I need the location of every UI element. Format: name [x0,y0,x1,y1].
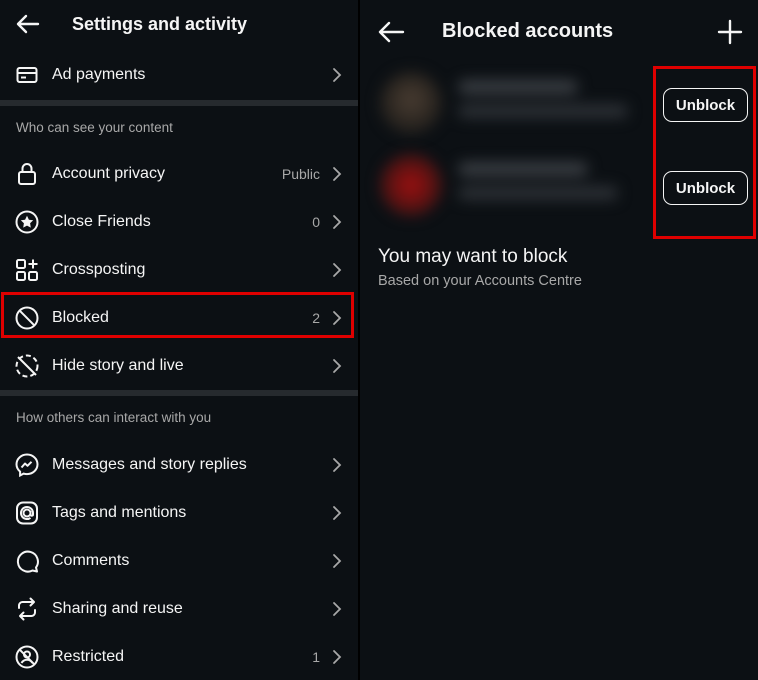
account-fullname [458,104,628,118]
settings-item-label: Hide story and live [52,357,184,374]
suggestions-subtitle: Based on your Accounts Centre [378,273,582,289]
chevron-right-icon [333,650,342,664]
blocked-accounts-panel: Blocked accounts Unblock Unblock You may… [360,0,758,680]
settings-item-label: Messages and story replies [52,456,247,473]
restricted-icon [14,644,40,670]
settings-item-label: Sharing and reuse [52,600,183,617]
chevron-right-icon [333,167,342,181]
settings-item-sharing[interactable]: Sharing and reuse [0,585,360,633]
settings-item-label: Close Friends [52,213,151,230]
hide-story-icon [14,353,40,379]
page-title: Blocked accounts [442,20,614,42]
suggestions-title: You may want to block [378,246,568,267]
account-username [458,80,578,94]
chevron-right-icon [333,68,342,82]
settings-item-crossposting[interactable]: Crossposting [0,246,360,294]
chevron-right-icon [333,554,342,568]
settings-panel: Settings and activity Ad payments Who ca… [0,0,360,680]
blocked-account-row[interactable] [374,144,650,228]
settings-item-ad-payments[interactable]: Ad payments [0,51,360,99]
settings-item-label: Restricted [52,648,125,665]
highlight-box-blocked [1,292,354,338]
section-divider [0,390,360,396]
comment-icon [14,548,40,574]
back-arrow-icon[interactable] [14,10,42,38]
chevron-right-icon [333,263,342,277]
avatar [380,72,442,134]
highlight-box-unblock [653,66,756,239]
settings-item-account-privacy[interactable]: Account privacy Public [0,150,360,198]
settings-item-messages[interactable]: Messages and story replies [0,441,360,489]
settings-item-label: Account privacy [52,165,165,182]
chevron-right-icon [333,602,342,616]
account-fullname [458,186,618,200]
section-title: How others can interact with you [16,410,212,425]
settings-item-label: Comments [52,552,130,569]
chevron-right-icon [333,458,342,472]
account-username [458,162,588,176]
settings-item-restricted[interactable]: Restricted 1 [0,633,360,680]
section-divider [0,100,360,106]
blocked-account-row[interactable] [374,62,650,146]
chevron-right-icon [333,359,342,373]
section-title: Who can see your content [16,120,173,135]
settings-item-hide-story[interactable]: Hide story and live [0,342,360,390]
settings-item-value: 0 [312,214,320,230]
page-title: Settings and activity [72,14,248,34]
chevron-right-icon [333,506,342,520]
back-arrow-icon[interactable] [376,18,406,46]
card-icon [14,62,40,88]
avatar [380,154,442,216]
settings-item-comments[interactable]: Comments [0,537,360,585]
settings-header: Settings and activity [0,0,360,50]
lock-icon [14,161,40,187]
chevron-right-icon [333,215,342,229]
settings-item-value: 1 [312,649,320,665]
settings-item-value: Public [281,166,320,182]
messenger-icon [14,452,40,478]
share-loop-icon [14,596,40,622]
settings-item-label: Ad payments [52,66,146,83]
settings-item-close-friends[interactable]: Close Friends 0 [0,198,360,246]
at-sign-icon [14,500,40,526]
plus-icon[interactable] [716,18,744,46]
grid-plus-icon [14,257,40,283]
settings-item-label: Tags and mentions [52,504,187,521]
star-circle-icon [14,209,40,235]
settings-item-label: Crossposting [52,261,146,278]
settings-item-tags[interactable]: Tags and mentions [0,489,360,537]
